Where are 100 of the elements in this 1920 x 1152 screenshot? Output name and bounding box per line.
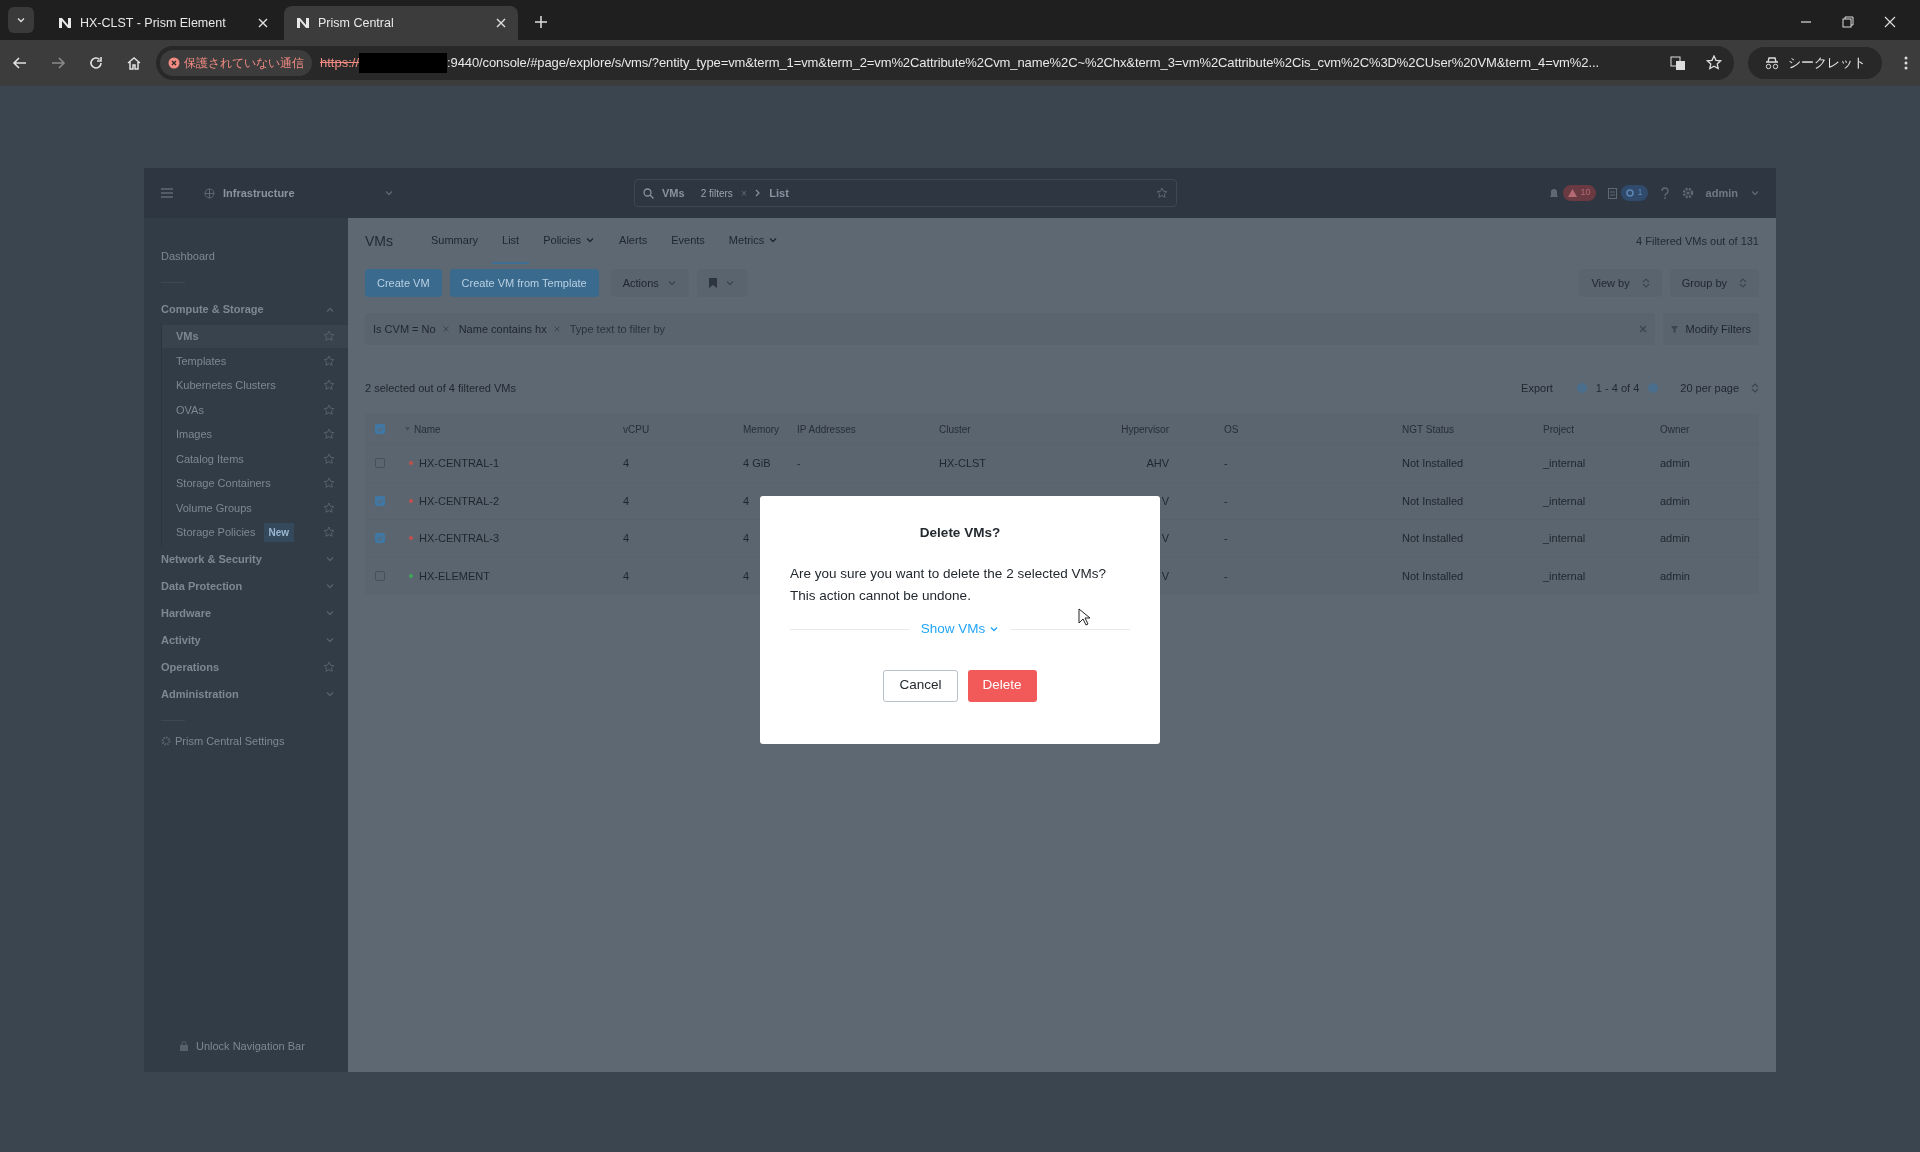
row-checkbox[interactable] [375, 533, 385, 544]
filter-chip[interactable]: Name contains hx [458, 320, 560, 338]
actions-dropdown[interactable]: Actions [610, 269, 689, 297]
help-icon[interactable] [1659, 187, 1670, 199]
browser-tab[interactable]: HX-CLST - Prism Element [46, 6, 280, 40]
search-bar[interactable]: VMs 2 filters × List [634, 179, 1177, 207]
vm-name-link[interactable]: HX-CENTRAL-3 [419, 530, 500, 547]
per-page-dropdown[interactable]: 20 per page [1680, 379, 1759, 397]
star-icon[interactable] [1156, 187, 1168, 199]
select-all-checkbox[interactable] [375, 424, 385, 434]
star-icon[interactable] [323, 354, 335, 367]
table-cell-text: admin [1660, 568, 1690, 584]
app-switcher[interactable]: Infrastructure [204, 184, 394, 202]
table-cell-text: 4 [623, 568, 630, 584]
selection-summary: 2 selected out of 4 filtered VMs [365, 380, 517, 396]
nav-item[interactable]: Dashboard [144, 243, 348, 270]
star-icon[interactable] [323, 501, 335, 514]
url-text: :9440/console/#page/explore/s/vms/?entity_type=vm&term_1=vm&term_2=vm%2Cattribute%2Cvm_name%2C~%2Chx&term_3=vm%2Cattribute%2Cis_cvm%2C%3D%2CUser%20VM&term_4=vm%2... [447, 54, 1599, 73]
filtered-count: 4 Filtered VMs out of 131 [1636, 233, 1759, 249]
new-tab-icon[interactable] [534, 15, 548, 29]
restore-icon[interactable] [1842, 16, 1854, 28]
nav-item[interactable]: OVAs [162, 398, 348, 421]
check-icon [376, 534, 384, 543]
settings-link[interactable]: Prism Central Settings [144, 732, 348, 749]
clear-icon[interactable] [1638, 325, 1647, 333]
page-tab[interactable]: Summary [421, 218, 489, 264]
bookmark-dropdown[interactable] [696, 269, 747, 297]
address-bar[interactable]: 保護されていない通信 https:// :9440/console/#page/explore/s/vms/?entity_type=vm&term_1=vm&term_2=vm%2Cattribute%2Cvm_name%2C~%2Chx&term_3=vm%2Cattribute%2Cis_cvm%2C%3D%2CUser%20VM&term_4=vm%2... [156, 46, 1734, 80]
star-icon[interactable] [323, 477, 335, 490]
tab-list-button[interactable] [8, 7, 34, 33]
task-icon[interactable] [1607, 187, 1617, 199]
row-checkbox[interactable] [375, 495, 385, 506]
page-tab[interactable]: Events [661, 218, 715, 264]
browser-tab[interactable]: Prism Central [284, 6, 518, 40]
incognito-button[interactable]: シークレット [1748, 47, 1882, 79]
nav-section[interactable]: Hardware [144, 599, 348, 627]
modify-filters-button[interactable]: Modify Filters [1662, 313, 1759, 345]
filter-chip[interactable]: Is CVM = No [373, 320, 449, 338]
nav-item[interactable]: Operations [144, 653, 348, 681]
nav-item[interactable]: Volume Groups [162, 496, 348, 519]
table-cell-text: 4 [623, 493, 630, 509]
nav-item[interactable]: VMs [162, 325, 348, 348]
page-tab[interactable]: List [492, 218, 530, 264]
url-scheme: https:// [320, 54, 360, 73]
tasks-badge[interactable]: 1 [1620, 185, 1648, 201]
dialog-title: Delete VMs? [919, 524, 1001, 542]
nav-item[interactable]: Images [162, 423, 348, 446]
page-tab[interactable]: Metrics [718, 218, 789, 264]
chevron-right-icon [755, 189, 762, 197]
nav-item[interactable]: Kubernetes Clusters [162, 374, 348, 397]
star-icon[interactable] [323, 661, 335, 673]
nav-item[interactable]: Catalog Items [162, 447, 348, 470]
star-icon[interactable] [323, 403, 335, 416]
security-chip[interactable]: 保護されていない通信 [160, 50, 312, 76]
view-by-dropdown[interactable]: View by [1579, 269, 1662, 297]
nav-section[interactable]: Administration [144, 680, 348, 708]
delete-button[interactable]: Delete [967, 669, 1037, 702]
nav-item[interactable]: Storage Containers [162, 472, 348, 495]
home-icon[interactable] [126, 55, 142, 71]
export-button[interactable]: Export [1521, 379, 1553, 397]
nav-section[interactable]: Compute & Storage [144, 296, 348, 323]
page-tab[interactable]: Alerts [609, 218, 658, 264]
page-tab[interactable]: Policies [533, 218, 606, 264]
clear-filters-button[interactable]: × [740, 184, 748, 202]
show-vms-toggle[interactable]: Show VMs [920, 619, 1000, 640]
vm-name-link[interactable]: HX-CENTRAL-2 [419, 492, 500, 509]
previous-page-icon[interactable] [1576, 383, 1587, 393]
vm-name-link[interactable]: HX-CENTRAL-1 [419, 455, 500, 472]
menu-icon[interactable] [1904, 55, 1908, 71]
table-cell-text: 4 [623, 531, 630, 546]
create-button[interactable]: Create VM [365, 269, 442, 297]
nav-section[interactable]: Data Protection [144, 572, 348, 600]
reload-icon[interactable] [88, 55, 104, 71]
nav-section[interactable]: Activity [144, 626, 348, 654]
site-logo-icon [58, 17, 72, 29]
star-icon[interactable] [323, 330, 335, 343]
star-icon[interactable] [323, 526, 335, 539]
nav-item[interactable]: Templates [162, 349, 348, 372]
back-icon[interactable] [12, 55, 28, 71]
star-icon[interactable] [323, 428, 335, 441]
user-menu[interactable]: admin [1705, 184, 1760, 202]
table-cell-text: Not Installed [1402, 456, 1464, 471]
group-by-dropdown[interactable]: Group by [1669, 269, 1759, 297]
alerts-badge[interactable]: 10 [1562, 185, 1596, 201]
nav-section[interactable]: Network & Security [144, 545, 348, 573]
star-icon[interactable] [323, 452, 335, 465]
bookmark-icon [708, 278, 717, 288]
star-icon[interactable] [323, 379, 335, 392]
table-cell-text: Not Installed [1402, 531, 1464, 546]
next-page-icon[interactable] [1648, 383, 1659, 393]
nav-item[interactable]: Storage Policies New [162, 521, 348, 544]
vm-name-link[interactable]: HX-ELEMENT [419, 567, 490, 584]
table-cell-text: _internal [1543, 531, 1586, 546]
bookmark-star-icon[interactable] [1706, 55, 1722, 71]
site-logo-icon [296, 17, 310, 29]
page-range: 1 - 4 of 4 [1595, 380, 1640, 396]
unlock-navigation-button[interactable]: Unlock Navigation Bar [144, 1037, 348, 1054]
create-button[interactable]: Create VM from Template [449, 269, 599, 297]
cancel-button[interactable]: Cancel [883, 669, 958, 702]
settings-icon[interactable] [1681, 187, 1694, 199]
